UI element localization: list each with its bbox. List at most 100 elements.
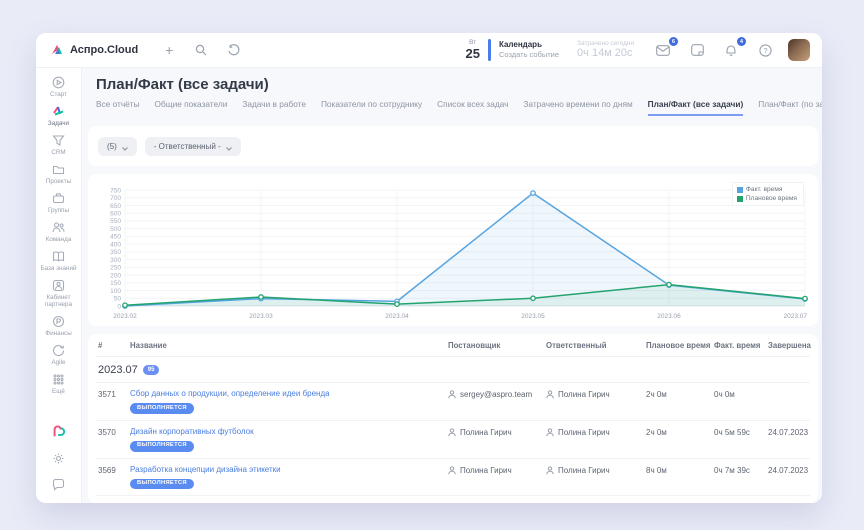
table-row[interactable]: 3569 Разработка концепции дизайна этикет…	[96, 459, 810, 497]
time-spent-label: Затрачено сегодня	[577, 40, 634, 48]
create-button[interactable]: +	[160, 41, 178, 59]
status-badge: ВЫПОЛНЯЕТСЯ	[130, 403, 194, 414]
funnel-icon	[52, 134, 65, 147]
sidebar-item-partner-cabinet[interactable]: Кабинет партнера	[37, 279, 81, 308]
sidebar-item-projects[interactable]: Проекты	[37, 163, 81, 185]
filter-responsible-dropdown[interactable]: - Ответственный -	[145, 137, 241, 156]
user-avatar[interactable]	[788, 39, 810, 61]
fact-time-cell: 0ч 7м 39с	[714, 465, 768, 475]
person-icon	[448, 428, 456, 437]
day-number: 25	[466, 47, 480, 60]
author-cell: Полина Гирич	[448, 502, 546, 503]
sidebar-item-start[interactable]: Старт	[37, 76, 81, 98]
assignee-cell: Полина Гирич	[546, 465, 646, 475]
task-name-link[interactable]: Разработка концепции дизайна этикетки	[130, 465, 281, 475]
plan-time-cell: 2ч 0м	[646, 427, 714, 437]
app-logo[interactable]: Аспро.Cloud	[50, 43, 138, 57]
people-icon	[52, 221, 65, 234]
tab-all-reports[interactable]: Все отчёты	[96, 99, 140, 116]
svg-text:150: 150	[110, 280, 121, 287]
chevron-down-icon	[122, 144, 128, 148]
svg-text:2023.04: 2023.04	[385, 313, 409, 320]
task-id: 3569	[98, 465, 130, 475]
sidebar-item-tasks[interactable]: Задачи	[37, 105, 81, 127]
assignee-cell: Полина Гирич	[546, 502, 646, 503]
assignee-cell: Полина Гирич	[546, 389, 646, 399]
tab-all-tasks-list[interactable]: Список всех задач	[437, 99, 508, 116]
search-icon[interactable]	[192, 41, 210, 59]
fact-time-cell: 0ч 0м 42с	[714, 502, 768, 503]
svg-text:700: 700	[110, 195, 121, 202]
chat-icon[interactable]	[52, 478, 65, 491]
svg-text:200: 200	[110, 272, 121, 279]
svg-text:500: 500	[110, 226, 121, 233]
fact-time-cell: 0ч 5м 59с	[714, 427, 768, 437]
legend-plan-time[interactable]: Плановое время	[737, 195, 797, 202]
time-tracker[interactable]: Затрачено сегодня 0ч 14м 20с	[577, 40, 634, 61]
table-row[interactable]: 3568 Продумать идею этикетки ВЫПОЛНЯЕТСЯ…	[96, 496, 810, 503]
topbar: Аспро.Cloud + Вт 25 Календарь Создать со…	[36, 33, 822, 68]
gear-icon[interactable]	[52, 452, 65, 465]
fact-time-cell: 0ч 0м	[714, 389, 768, 399]
task-name-link[interactable]: Дизайн корпоративных футболок	[130, 427, 254, 437]
svg-text:2023.06: 2023.06	[657, 313, 681, 320]
folder-icon	[52, 163, 65, 176]
filter-count-dropdown[interactable]: (5)	[98, 137, 137, 156]
tab-time-by-days[interactable]: Затрачено времени по дням	[523, 99, 632, 116]
tab-tasks-in-progress[interactable]: Задачи в работе	[242, 99, 306, 116]
month-group-row[interactable]: 2023.07 95	[96, 357, 810, 383]
page-title: План/Факт (все задачи)	[88, 76, 818, 93]
tab-plan-fact-all[interactable]: План/Факт (все задачи)	[648, 99, 744, 116]
month-group-label: 2023.07	[98, 364, 138, 376]
svg-text:50: 50	[114, 296, 122, 303]
done-date-cell: 24.07.2023	[768, 502, 810, 503]
sidebar-item-knowledge-base[interactable]: База знаний	[37, 250, 81, 272]
svg-text:600: 600	[110, 211, 121, 218]
mail-badge: 6	[669, 37, 678, 46]
svg-text:0: 0	[117, 303, 121, 310]
svg-text:2023.05: 2023.05	[521, 313, 545, 320]
table-header: # Название Постановщик Ответственный Пла…	[96, 334, 810, 357]
sidebar-item-finances[interactable]: Финансы	[37, 315, 81, 337]
plan-time-cell: 3ч 0м	[646, 502, 714, 503]
svg-text:2023.02: 2023.02	[113, 313, 137, 320]
sidebar-item-agile[interactable]: Agile	[37, 344, 81, 366]
create-event-link[interactable]: Создать событие	[499, 50, 559, 59]
sidebar-item-crm[interactable]: CRM	[37, 134, 81, 156]
task-id: 3570	[98, 427, 130, 437]
done-date-cell	[768, 389, 810, 390]
aspro-logo-icon	[50, 43, 64, 57]
notes-icon[interactable]	[688, 41, 706, 59]
finance-icon	[52, 315, 65, 328]
bell-icon[interactable]: 4	[722, 41, 740, 59]
calendar-link[interactable]: Календарь	[499, 40, 559, 50]
history-icon[interactable]	[224, 41, 242, 59]
person-icon	[546, 390, 554, 399]
table-row[interactable]: 3571 Сбор данных о продукции, определени…	[96, 383, 810, 421]
legend-fact-time[interactable]: Факт. время	[737, 186, 797, 193]
fact-series-swatch	[737, 187, 743, 193]
help-icon[interactable]: ?	[756, 41, 774, 59]
svg-text:100: 100	[110, 288, 121, 295]
tab-general-indicators[interactable]: Общие показатели	[155, 99, 228, 116]
mail-icon[interactable]: 6	[654, 41, 672, 59]
plan-fact-chart-card: 0501001502002503003504004505005506006507…	[88, 174, 818, 326]
task-id: 3571	[98, 389, 130, 399]
tab-plan-fact-completed[interactable]: План/Факт (по завершенным)	[758, 99, 822, 116]
sidebar-item-team[interactable]: Команда	[37, 221, 81, 243]
sidebar-item-more[interactable]: Ещё	[37, 373, 81, 395]
svg-text:300: 300	[110, 257, 121, 264]
tab-employee-indicators[interactable]: Показатели по сотруднику	[321, 99, 422, 116]
svg-text:450: 450	[110, 234, 121, 241]
today-date[interactable]: Вт 25	[466, 40, 480, 60]
author-cell: sergey@aspro.team	[448, 389, 546, 399]
time-spent-value: 0ч 14м 20с	[577, 47, 634, 60]
table-row[interactable]: 3570 Дизайн корпоративных футболок ВЫПОЛ…	[96, 421, 810, 459]
status-badge: ВЫПОЛНЯЕТСЯ	[130, 441, 194, 452]
chart-legend: Факт. время Плановое время	[732, 182, 804, 206]
task-name-link[interactable]: Продумать идею этикетки	[130, 502, 226, 503]
plan-fact-chart[interactable]: 0501001502002503003504004505005506006507…	[97, 182, 809, 327]
aspro-brand-icon[interactable]	[52, 426, 65, 439]
task-name-link[interactable]: Сбор данных о продукции, определение иде…	[130, 389, 330, 399]
sidebar-item-groups[interactable]: Группы	[37, 192, 81, 214]
